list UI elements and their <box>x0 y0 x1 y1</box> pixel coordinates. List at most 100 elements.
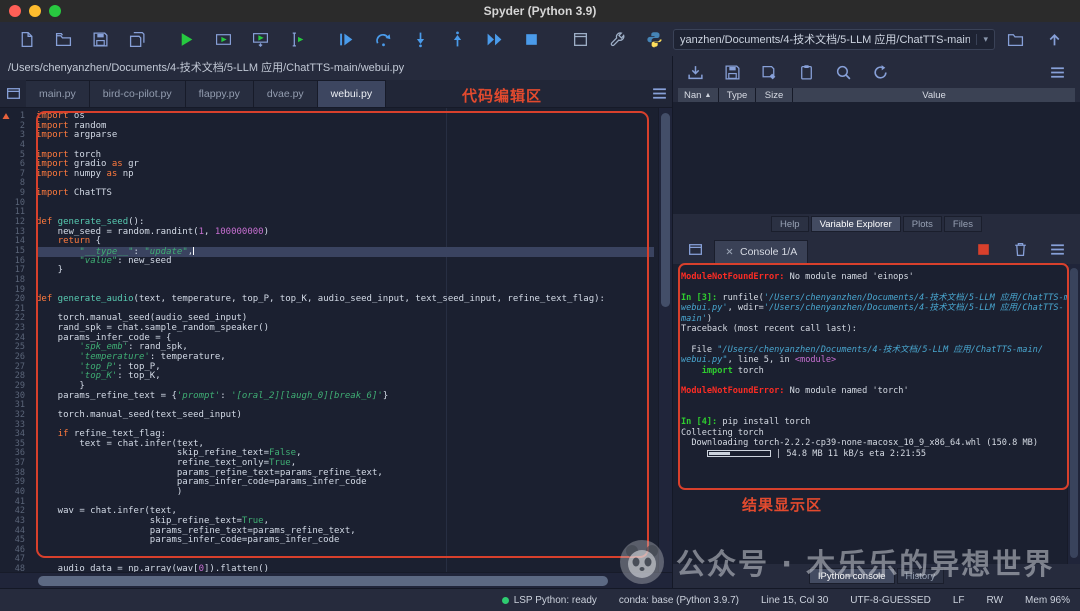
browse-consoles-button[interactable] <box>677 235 714 263</box>
step-into-button[interactable] <box>402 25 439 53</box>
step-out-button[interactable] <box>439 25 476 53</box>
console-options-menu-button[interactable] <box>1039 235 1076 263</box>
minimize-window-button[interactable] <box>29 5 41 17</box>
editor-tab-main.py[interactable]: main.py <box>26 80 90 107</box>
close-console-button[interactable] <box>725 247 734 256</box>
line-number[interactable]: 2 <box>0 122 34 132</box>
code-line[interactable]: "value": new_seed <box>36 257 654 267</box>
zoom-window-button[interactable] <box>49 5 61 17</box>
editor-tab-dvae.py[interactable]: dvae.py <box>254 80 318 107</box>
editor-options-menu-button[interactable] <box>646 80 672 107</box>
column-header-size[interactable]: Size <box>756 88 792 102</box>
line-number[interactable]: 8 <box>0 179 34 189</box>
run-selection-button[interactable] <box>279 25 316 53</box>
code-line[interactable]: import random <box>36 122 654 132</box>
column-header-nan[interactable]: Nan▲ <box>678 88 718 102</box>
run-cell-button[interactable] <box>205 25 242 53</box>
save-all-button[interactable] <box>119 25 156 53</box>
editor-tab-bird-co-pilot.py[interactable]: bird-co-pilot.py <box>90 80 186 107</box>
code-line[interactable]: audio_data = np.array(wav[0]).flatten() <box>36 565 654 572</box>
console-line <box>681 376 1066 386</box>
line-number[interactable]: 6 <box>0 160 34 170</box>
editor-tab-webui.py[interactable]: webui.py <box>318 80 386 107</box>
code-line[interactable] <box>36 546 654 556</box>
column-header-type[interactable]: Type <box>719 88 755 102</box>
step-over-button[interactable] <box>365 25 402 53</box>
code-line[interactable] <box>36 179 654 189</box>
scrollbar-thumb[interactable] <box>661 113 670 307</box>
refresh-button[interactable] <box>862 58 899 86</box>
code-line[interactable]: params_refine_text = {'prompt': '[oral_2… <box>36 392 654 402</box>
code-token: 'spk_emb' <box>79 342 128 352</box>
import-data-button[interactable] <box>677 58 714 86</box>
run-cell-advance-button[interactable] <box>242 25 279 53</box>
search-button[interactable] <box>825 58 862 86</box>
code-line[interactable]: import argparse <box>36 131 654 141</box>
editor-horizontal-scrollbar[interactable] <box>0 572 672 588</box>
code-line[interactable] <box>36 141 654 151</box>
console-line: main') <box>681 314 1066 324</box>
tools-button[interactable] <box>599 25 636 53</box>
code-line[interactable]: torch.manual_seed(text_seed_input) <box>36 411 654 421</box>
code-line[interactable]: } <box>36 266 654 276</box>
line-number[interactable]: 4 <box>0 141 34 151</box>
browse-tabs-button[interactable] <box>0 80 26 107</box>
working-directory-combobox[interactable]: yanzhen/Documents/4-技术文档/5-LLM 应用/ChatTT… <box>673 29 995 50</box>
open-folder-button[interactable] <box>45 25 82 53</box>
code-line[interactable]: import os <box>36 112 654 122</box>
varexp-table[interactable] <box>673 102 1080 214</box>
save-button[interactable] <box>82 25 119 53</box>
console-token: In [4]: <box>681 417 717 427</box>
pane-tab-variable-explorer[interactable]: Variable Explorer <box>811 216 901 232</box>
code-line[interactable]: import ChatTTS <box>36 189 654 199</box>
maximize-pane-button[interactable] <box>562 25 599 53</box>
remove-variables-button[interactable] <box>1002 235 1039 263</box>
code-line[interactable]: import numpy as np <box>36 170 654 180</box>
new-file-button[interactable] <box>8 25 45 53</box>
console-token: Traceback (most recent call last): <box>681 324 857 334</box>
code-editor[interactable]: 1234567891011121314151617181920212223242… <box>0 108 672 572</box>
line-number[interactable]: 5 <box>0 151 34 161</box>
code-line[interactable] <box>36 199 654 209</box>
console-output[interactable]: ModuleNotFoundError: No module named 'ei… <box>673 264 1080 564</box>
column-header-value[interactable]: Value <box>793 88 1075 102</box>
console-tab[interactable]: Console 1/A <box>714 240 808 263</box>
line-number[interactable]: 48 <box>0 565 34 572</box>
code-line[interactable]: return { <box>36 237 654 247</box>
python-path-button[interactable] <box>636 25 673 53</box>
code-token: argparse <box>69 130 118 140</box>
varexp-options-menu-button[interactable] <box>1039 58 1076 86</box>
code-line[interactable]: ) <box>36 488 654 498</box>
pane-tab-plots[interactable]: Plots <box>903 216 942 232</box>
code-line[interactable]: def generate_audio(text, temperature, to… <box>36 295 654 305</box>
scrollbar-thumb[interactable] <box>38 576 608 586</box>
console-vertical-scrollbar[interactable] <box>1067 264 1080 564</box>
continue-button[interactable] <box>476 25 513 53</box>
line-number[interactable]: 7 <box>0 170 34 180</box>
run-button[interactable] <box>168 25 205 53</box>
editor-tab-flappy.py[interactable]: flappy.py <box>186 80 254 107</box>
save-as-button[interactable] <box>751 58 788 86</box>
code-token: new_seed = random.randint( <box>36 227 199 237</box>
parent-directory-button[interactable] <box>1036 25 1073 53</box>
console-pane-tab-ipython-console[interactable]: IPython console <box>809 568 895 584</box>
debug-button[interactable] <box>328 25 365 53</box>
pane-tab-files[interactable]: Files <box>944 216 982 232</box>
code-line[interactable] <box>36 276 654 286</box>
scrollbar-thumb[interactable] <box>1070 268 1078 558</box>
stop-button[interactable] <box>513 25 550 53</box>
line-number[interactable]: 3 <box>0 131 34 141</box>
copy-button[interactable] <box>788 58 825 86</box>
editor-vertical-scrollbar[interactable] <box>658 108 672 572</box>
code-line[interactable]: params_infer_code=params_infer_code <box>36 536 654 546</box>
console-pane-tab-history[interactable]: History <box>897 568 945 584</box>
save-button[interactable] <box>714 58 751 86</box>
code-line[interactable]: 'top_K': top_K, <box>36 372 654 382</box>
close-window-button[interactable] <box>9 5 21 17</box>
browse-directory-button[interactable] <box>997 25 1034 53</box>
line-number[interactable]: 1 <box>0 112 34 122</box>
conda-env-status[interactable]: conda: base (Python 3.9.7) <box>619 595 739 606</box>
pane-tab-help[interactable]: Help <box>771 216 809 232</box>
interrupt-kernel-button[interactable] <box>965 235 1002 263</box>
code-line[interactable]: new_seed = random.randint(1, 100000000) <box>36 228 654 238</box>
